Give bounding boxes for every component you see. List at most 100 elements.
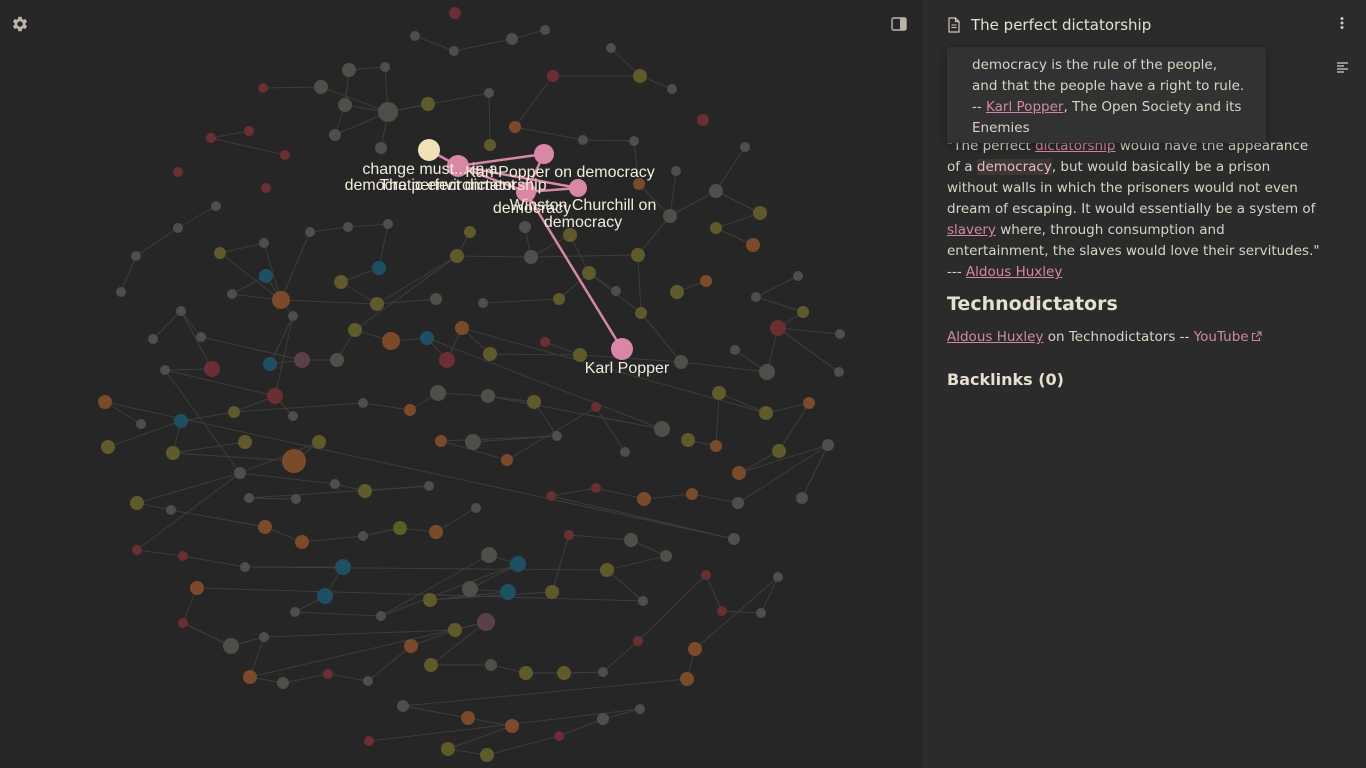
graph-node[interactable] [196, 332, 206, 342]
graph-node[interactable] [582, 266, 596, 280]
graph-node[interactable] [329, 129, 341, 141]
graph-node[interactable] [295, 535, 309, 549]
graph-node[interactable] [751, 292, 761, 302]
graph-node[interactable] [597, 713, 609, 725]
graph-node[interactable] [753, 206, 767, 220]
graph-node[interactable] [611, 286, 621, 296]
graph-node[interactable] [637, 492, 651, 506]
graph-node[interactable] [772, 444, 786, 458]
graph-node[interactable] [629, 136, 639, 146]
graph-node[interactable] [553, 293, 565, 305]
graph-node[interactable] [552, 431, 562, 441]
graph-node[interactable] [421, 97, 435, 111]
graph-node[interactable] [803, 397, 815, 409]
graph-node[interactable] [429, 525, 443, 539]
graph-node[interactable] [261, 183, 271, 193]
graph-node[interactable] [730, 345, 740, 355]
graph-node[interactable] [501, 454, 513, 466]
graph-node[interactable] [710, 440, 722, 452]
link-aldous-huxley[interactable]: Aldous Huxley [966, 264, 1062, 280]
graph-node[interactable] [358, 484, 372, 498]
graph-node[interactable] [484, 139, 496, 151]
graph-node[interactable] [732, 497, 744, 509]
graph-node[interactable] [540, 25, 550, 35]
graph-node[interactable] [465, 434, 481, 450]
graph-node[interactable] [701, 570, 711, 580]
graph-node[interactable] [485, 659, 497, 671]
graph-node[interactable] [238, 435, 252, 449]
graph-node[interactable] [364, 736, 374, 746]
graph-node[interactable] [148, 334, 158, 344]
graph-node[interactable] [280, 150, 290, 160]
graph-node[interactable] [288, 411, 298, 421]
graph-node[interactable] [483, 347, 497, 361]
graph-node[interactable] [375, 142, 387, 154]
active-graph-node[interactable] [611, 338, 633, 360]
graph-node[interactable] [228, 406, 240, 418]
graph-node[interactable] [330, 479, 340, 489]
graph-node[interactable] [654, 421, 670, 437]
graph-node[interactable] [240, 562, 250, 572]
graph-node[interactable] [564, 530, 574, 540]
graph-node[interactable] [420, 331, 434, 345]
graph-node[interactable] [288, 311, 298, 321]
graph-node[interactable] [633, 636, 643, 646]
graph-node[interactable] [178, 618, 188, 628]
graph-node[interactable] [397, 700, 409, 712]
graph-node[interactable] [178, 551, 188, 561]
graph-node[interactable] [136, 419, 146, 429]
graph-node[interactable] [234, 467, 246, 479]
graph-node[interactable] [338, 98, 352, 112]
graph-node[interactable] [258, 83, 268, 93]
graph-node[interactable] [272, 291, 290, 309]
graph-node[interactable] [335, 559, 351, 575]
graph-node[interactable] [370, 297, 384, 311]
graph-node[interactable] [686, 488, 698, 500]
link-slavery[interactable]: slavery [947, 222, 996, 238]
graph-node[interactable] [710, 222, 722, 234]
graph-node[interactable] [606, 43, 616, 53]
graph-node[interactable] [835, 329, 845, 339]
graph-node[interactable] [455, 321, 469, 335]
graph-node[interactable] [796, 492, 808, 504]
graph-node[interactable] [243, 670, 257, 684]
graph-node[interactable] [330, 353, 344, 367]
graph-node[interactable] [524, 250, 538, 264]
graph-node[interactable] [554, 731, 564, 741]
graph-node[interactable] [424, 658, 438, 672]
graph-node[interactable] [728, 533, 740, 545]
graph-node[interactable] [314, 80, 328, 94]
graph-node[interactable] [448, 623, 462, 637]
graph-node[interactable] [363, 676, 373, 686]
graph-node[interactable] [173, 167, 183, 177]
graph-node[interactable] [358, 531, 368, 541]
graph-node[interactable] [376, 611, 386, 621]
graph-node[interactable] [545, 585, 559, 599]
settings-gear-icon[interactable] [10, 14, 30, 34]
graph-node[interactable] [546, 491, 556, 501]
popover-link-karl-popper[interactable]: Karl Popper [986, 99, 1063, 115]
link-democracy[interactable]: democracy [976, 159, 1052, 175]
graph-node[interactable] [449, 46, 459, 56]
graph-node[interactable] [312, 435, 326, 449]
graph-node[interactable] [663, 209, 677, 223]
graph-view[interactable]: change must... in a democratic environmen… [0, 0, 923, 768]
graph-node[interactable] [624, 533, 638, 547]
link-youtube[interactable]: YouTube [1194, 329, 1262, 345]
graph-node[interactable] [449, 7, 461, 19]
graph-node[interactable] [291, 494, 301, 504]
graph-node[interactable] [759, 406, 773, 420]
graph-node[interactable] [450, 249, 464, 263]
graph-node[interactable] [540, 337, 550, 347]
graph-node[interactable] [430, 385, 446, 401]
graph-node[interactable] [480, 748, 494, 762]
graph-node[interactable] [635, 704, 645, 714]
graph-node[interactable] [404, 404, 416, 416]
graph-node[interactable] [244, 493, 254, 503]
graph-node[interactable] [204, 361, 220, 377]
graph-node[interactable] [756, 608, 766, 618]
graph-node[interactable] [770, 320, 786, 336]
graph-node[interactable] [227, 289, 237, 299]
graph-canvas[interactable]: change must... in ademocratic environmen… [0, 0, 923, 768]
graph-node[interactable] [439, 352, 455, 368]
